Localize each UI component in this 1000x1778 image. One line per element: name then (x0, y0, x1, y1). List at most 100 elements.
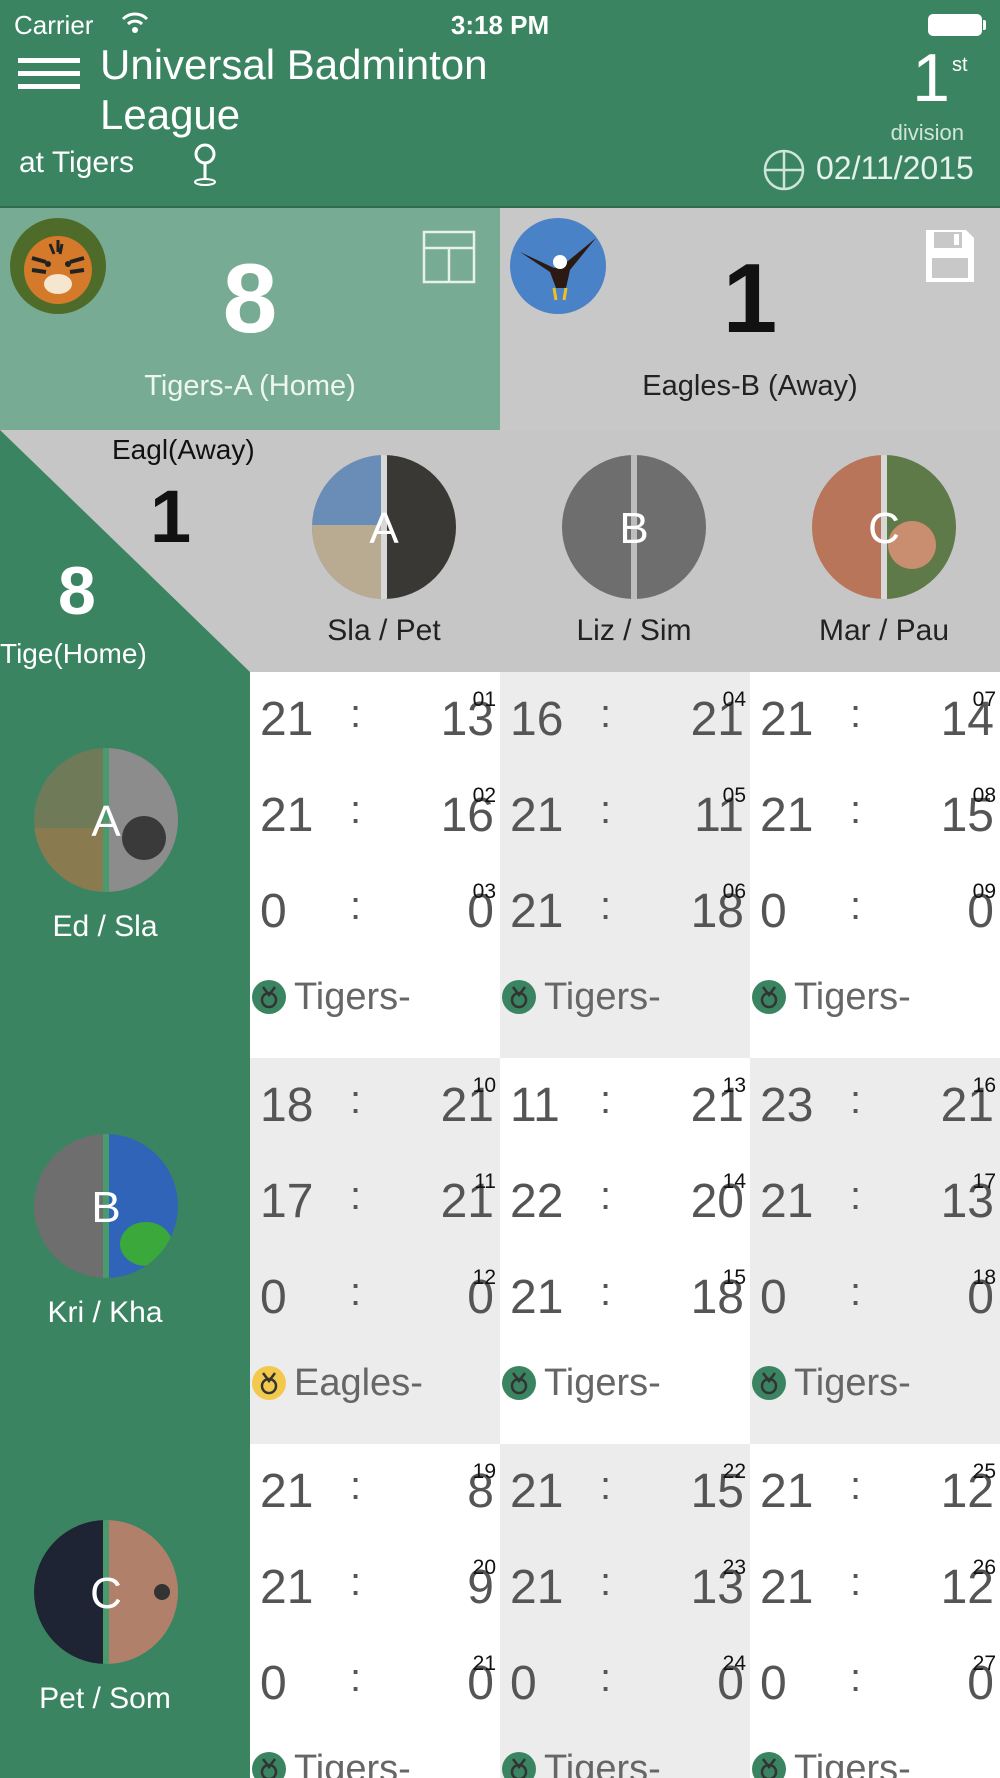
game-number: 20 (472, 1556, 496, 1579)
game-score-row[interactable]: 21:12 26 (750, 1540, 1000, 1630)
match-cell[interactable]: 11:21 13 22:20 14 21:18 15 Tigers- (500, 1058, 750, 1444)
game-score-row[interactable]: 17:21 11 (250, 1154, 500, 1244)
match-cell[interactable]: 21:15 22 21:13 23 0:0 24 Tigers- (500, 1444, 750, 1778)
match-cell[interactable]: 21:13 01 21:16 02 0:0 03 Tigers- (250, 672, 500, 1058)
home-game-score[interactable]: 21 (760, 1560, 813, 1615)
game-number: 15 (722, 1266, 746, 1289)
away-pair-avatar-c[interactable]: C (812, 455, 956, 599)
game-score-row[interactable]: 21:8 19 (250, 1444, 500, 1534)
home-game-score[interactable]: 0 (260, 884, 287, 939)
save-icon[interactable] (924, 228, 976, 284)
home-game-score[interactable]: 21 (260, 1464, 313, 1519)
match-cell[interactable]: 23:21 16 21:13 17 0:0 18 Tigers- (750, 1058, 1000, 1444)
game-score-row[interactable]: 16:21 04 (500, 672, 750, 762)
medal-icon (752, 1366, 786, 1400)
game-number: 13 (722, 1074, 746, 1097)
home-game-score[interactable]: 17 (260, 1174, 313, 1229)
score-separator: : (600, 1078, 612, 1122)
home-game-score[interactable]: 11 (510, 1078, 560, 1133)
league-title: Universal Badminton League (100, 41, 488, 138)
match-cell[interactable]: 18:21 10 17:21 11 0:0 12 Eagles- (250, 1058, 500, 1444)
match-cell[interactable]: 21:14 07 21:15 08 0:0 09 Tigers- (750, 672, 1000, 1058)
home-game-score[interactable]: 23 (760, 1078, 813, 1133)
game-score-row[interactable]: 0:0 12 (250, 1250, 500, 1340)
match-cell[interactable]: 16:21 04 21:11 05 21:18 06 Tigers- (500, 672, 750, 1058)
away-pair-avatar-b[interactable]: B (562, 455, 706, 599)
winner-label: Tigers- (294, 976, 411, 1018)
winner-label: Tigers- (794, 976, 911, 1018)
game-score-row[interactable]: 21:16 02 (250, 768, 500, 858)
home-game-score[interactable]: 0 (260, 1270, 287, 1325)
map-pin-icon[interactable] (190, 142, 220, 188)
match-date[interactable]: 02/11/2015 (816, 150, 974, 187)
game-score-row[interactable]: 0:0 03 (250, 864, 500, 954)
game-score-row[interactable]: 0:0 09 (750, 864, 1000, 954)
away-pair-avatar-a[interactable]: A (312, 455, 456, 599)
game-score-row[interactable]: 21:13 23 (500, 1540, 750, 1630)
home-game-score[interactable]: 21 (510, 1464, 563, 1519)
home-game-score[interactable]: 0 (510, 1656, 537, 1711)
home-game-score[interactable]: 21 (760, 788, 813, 843)
game-score-row[interactable]: 21:15 08 (750, 768, 1000, 858)
game-number: 17 (972, 1170, 996, 1193)
game-score-row[interactable]: 21:9 20 (250, 1540, 500, 1630)
division-suffix: st (952, 54, 968, 76)
score-separator: : (350, 692, 362, 736)
game-score-row[interactable]: 21:13 01 (250, 672, 500, 762)
home-pair-avatar-c[interactable]: C (34, 1520, 178, 1664)
home-game-score[interactable]: 21 (260, 1560, 313, 1615)
home-game-score[interactable]: 16 (510, 692, 563, 747)
game-score-row[interactable]: 23:21 16 (750, 1058, 1000, 1148)
layout-icon[interactable] (422, 230, 476, 284)
home-game-score[interactable]: 0 (760, 1656, 787, 1711)
score-separator: : (600, 1174, 612, 1218)
home-game-score[interactable]: 21 (510, 788, 563, 843)
game-score-row[interactable]: 11:21 13 (500, 1058, 750, 1148)
score-separator: : (600, 1560, 612, 1604)
game-score-row[interactable]: 21:14 07 (750, 672, 1000, 762)
home-game-score[interactable]: 0 (760, 884, 787, 939)
game-score-row[interactable]: 0:0 24 (500, 1636, 750, 1726)
game-number: 08 (972, 784, 996, 807)
home-game-score[interactable]: 21 (760, 1464, 813, 1519)
home-game-score[interactable]: 0 (760, 1270, 787, 1325)
score-separator: : (350, 1078, 362, 1122)
game-score-row[interactable]: 18:21 10 (250, 1058, 500, 1148)
menu-icon[interactable] (18, 58, 80, 94)
game-number: 10 (472, 1074, 496, 1097)
home-game-score[interactable]: 21 (760, 692, 813, 747)
winner-label: Tigers- (544, 1362, 661, 1404)
game-number: 06 (722, 880, 746, 903)
game-number: 25 (972, 1460, 996, 1483)
home-game-score[interactable]: 21 (510, 1270, 563, 1325)
home-game-score[interactable]: 0 (260, 1656, 287, 1711)
score-separator: : (850, 788, 862, 832)
game-number: 12 (472, 1266, 496, 1289)
game-score-row[interactable]: 21:11 05 (500, 768, 750, 858)
home-game-score[interactable]: 21 (260, 692, 313, 747)
home-game-score[interactable]: 21 (510, 1560, 563, 1615)
game-score-row[interactable]: 0:0 21 (250, 1636, 500, 1726)
match-cell[interactable]: 21:12 25 21:12 26 0:0 27 Tigers- (750, 1444, 1000, 1778)
game-score-row[interactable]: 0:0 18 (750, 1250, 1000, 1340)
score-separator: : (350, 1656, 362, 1700)
home-game-score[interactable]: 18 (260, 1078, 313, 1133)
home-pair-avatar-a[interactable]: A (34, 748, 178, 892)
away-pair-letter-b: B (619, 504, 649, 553)
home-game-score[interactable]: 22 (510, 1174, 563, 1229)
game-score-row[interactable]: 0:0 27 (750, 1636, 1000, 1726)
game-score-row[interactable]: 21:13 17 (750, 1154, 1000, 1244)
game-score-row[interactable]: 21:18 06 (500, 864, 750, 954)
match-cell[interactable]: 21:8 19 21:9 20 0:0 21 Tigers- (250, 1444, 500, 1778)
home-pair-avatar-b[interactable]: B (34, 1134, 178, 1278)
home-game-score[interactable]: 21 (260, 788, 313, 843)
home-pair-name-b: Kri / Kha (47, 1296, 163, 1329)
game-score-row[interactable]: 22:20 14 (500, 1154, 750, 1244)
medal-icon (752, 980, 786, 1014)
home-game-score[interactable]: 21 (760, 1174, 813, 1229)
crosshair-icon[interactable] (762, 148, 806, 192)
game-score-row[interactable]: 21:15 22 (500, 1444, 750, 1534)
home-game-score[interactable]: 21 (510, 884, 563, 939)
game-score-row[interactable]: 21:12 25 (750, 1444, 1000, 1534)
game-score-row[interactable]: 21:18 15 (500, 1250, 750, 1340)
